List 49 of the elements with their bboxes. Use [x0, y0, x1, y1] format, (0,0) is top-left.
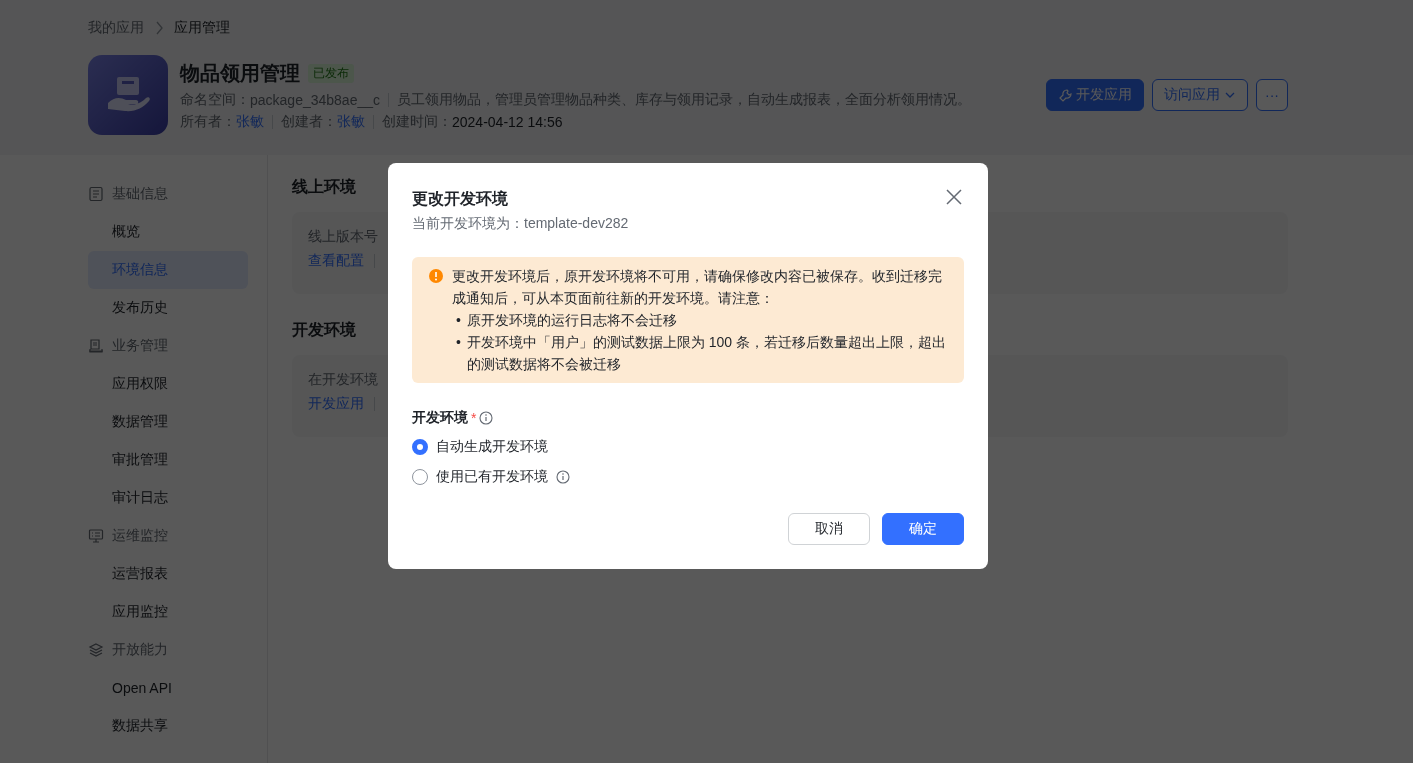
bullet-mark: •: [456, 333, 461, 352]
sidebar-item[interactable]: 环境信息: [88, 251, 248, 289]
dialog-title: 更改开发环境: [412, 189, 509, 209]
develop-button[interactable]: 开发应用: [1046, 79, 1144, 111]
monitor-icon: [88, 528, 104, 544]
radio-button[interactable]: [412, 469, 428, 485]
bullet-mark: •: [456, 311, 461, 330]
sidebar-item[interactable]: 应用监控: [88, 593, 248, 631]
required-mark: *: [471, 410, 477, 426]
sidebar-item[interactable]: 数据管理: [88, 403, 248, 441]
info-icon: [479, 411, 494, 425]
owner-link[interactable]: 张敏: [236, 112, 264, 131]
breadcrumb-item: 应用管理: [174, 19, 230, 37]
creator-link[interactable]: 张敏: [337, 112, 365, 131]
section-title: 开发环境: [292, 320, 356, 340]
sidebar-item[interactable]: 概览: [88, 213, 248, 251]
created-value: 2024-04-12 14:56: [452, 113, 563, 130]
radio-label[interactable]: 使用已有开发环境: [436, 468, 548, 486]
document-icon: [88, 186, 104, 202]
wrench-icon: [1058, 88, 1072, 102]
confirm-button[interactable]: 确定: [882, 513, 964, 545]
layers-icon: [88, 642, 104, 658]
more-button[interactable]: ···: [1256, 79, 1288, 111]
cancel-button[interactable]: 取消: [788, 513, 870, 545]
sidebar-item[interactable]: 审计日志: [88, 479, 248, 517]
alert-bullet: 开发环境中「用户」的测试数据上限为 100 条，若迁移后数量超出上限，超出的测试数据将不会被迁移: [466, 333, 948, 374]
warning-icon: [428, 268, 444, 284]
dialog-subtitle: 当前开发环境为：template-dev282: [412, 215, 629, 233]
visit-button[interactable]: 访问应用: [1152, 79, 1248, 111]
card-link[interactable]: 查看配置: [308, 252, 364, 270]
sidebar-item[interactable]: 应用权限: [88, 365, 248, 403]
close-button[interactable]: [944, 187, 964, 207]
sidebar-item[interactable]: 发布历史: [88, 289, 248, 327]
alert-text: 更改开发环境后，原开发环境将不可用，请确保修改内容已被保存。收到迁移完成通知后，可从本页面前往新的开发环境。请注意：: [452, 267, 943, 308]
sidebar-item[interactable]: 数据共享: [88, 707, 248, 745]
radio-button[interactable]: [412, 439, 428, 455]
status-tag: 已发布: [308, 63, 354, 83]
field-label: 开发环境: [412, 409, 468, 427]
sidebar-item[interactable]: 运营报表: [88, 555, 248, 593]
radio-label[interactable]: 自动生成开发环境: [436, 438, 548, 456]
app-name: 物品领用管理: [180, 60, 300, 86]
book-icon: [88, 338, 104, 354]
alert-bullet: 原开发环境的运行日志将不会迁移: [466, 311, 678, 330]
chevron-right-icon: [154, 21, 164, 35]
card-link[interactable]: 开发应用: [308, 395, 364, 413]
section-title: 线上环境: [292, 177, 356, 197]
sidebar-item[interactable]: Open API: [88, 669, 248, 707]
sidebar-item[interactable]: 审批管理: [88, 441, 248, 479]
close-icon: [944, 187, 964, 207]
